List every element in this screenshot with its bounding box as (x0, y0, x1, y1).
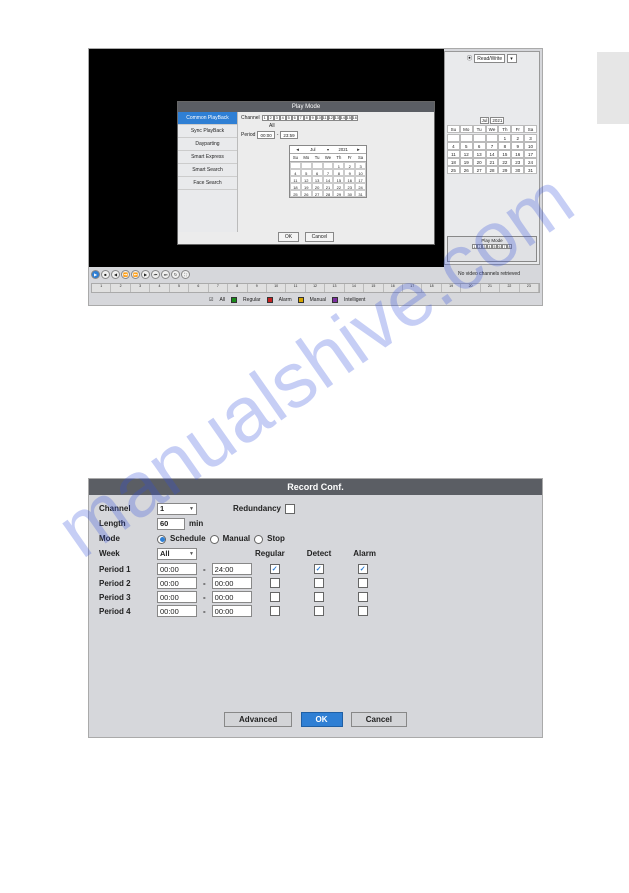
mode-schedule-radio[interactable] (157, 535, 166, 544)
nav-dayparting[interactable]: Dayparting (178, 138, 237, 151)
p3-regular-ck[interactable] (270, 592, 280, 602)
dialog-title: Play Mode (178, 102, 434, 112)
nav-smart-express[interactable]: Smart Express (178, 151, 237, 164)
period-end[interactable]: 23:59 (280, 131, 297, 139)
disk-icon: ⦿ (467, 54, 473, 63)
period-start[interactable]: 00:00 (257, 131, 274, 139)
regular-label: Regular (255, 548, 285, 560)
p2-end[interactable]: 00:00 (212, 577, 252, 589)
loop-button[interactable]: ↻ (171, 270, 180, 279)
length-label: Length (99, 518, 153, 530)
p1-start[interactable]: 00:00 (157, 563, 197, 575)
status-text: No video channels retrieved (458, 271, 520, 277)
redundancy-checkbox[interactable] (285, 504, 295, 514)
cancel-button[interactable]: Cancel (351, 712, 407, 727)
p3-start[interactable]: 00:00 (157, 591, 197, 603)
rew-button[interactable]: ⏪ (121, 270, 130, 279)
alarm-label: Alarm (353, 548, 376, 560)
mode-label: Mode (99, 533, 153, 545)
min-label: min (189, 518, 203, 530)
nav-sync-playback[interactable]: Sync PlayBack (178, 125, 237, 138)
stop-button[interactable]: ■ (101, 270, 110, 279)
rp-year[interactable]: 2021 (490, 117, 504, 124)
nav-smart-search[interactable]: Smart Search (178, 164, 237, 177)
detect-label: Detect (307, 548, 331, 560)
skip-back-button[interactable]: ⏮ (151, 270, 160, 279)
all-label[interactable]: All (269, 123, 275, 129)
p1-detect-ck[interactable]: ✓ (314, 564, 324, 574)
period1-label: Period 1 (99, 565, 153, 574)
stop-label: Stop (267, 533, 285, 545)
p1-alarm-ck[interactable]: ✓ (358, 564, 368, 574)
channel-grid[interactable]: 12345678910111213141516 (262, 115, 358, 121)
period2-label: Period 2 (99, 579, 153, 588)
dialog-ok-button[interactable]: OK (278, 232, 299, 242)
read-write-dd[interactable]: ▾ (507, 54, 517, 63)
dialog-calendar[interactable]: ◄Jul▾2021► SuMoTuWeThFrSa 123 45678910 1… (289, 145, 367, 198)
p2-start[interactable]: 00:00 (157, 577, 197, 589)
week-label: Week (99, 548, 153, 560)
dialog-cancel-button[interactable]: Cancel (305, 232, 335, 242)
dialog-nav: Common PlayBack Sync PlayBack Dayparting… (178, 112, 238, 232)
ok-button[interactable]: OK (301, 712, 343, 727)
nav-face-search[interactable]: Face Search (178, 177, 237, 190)
period-label: Period (241, 132, 255, 138)
skip-fwd-button[interactable]: ⏭ (161, 270, 170, 279)
p4-start[interactable]: 00:00 (157, 605, 197, 617)
rp-calendar[interactable]: 123 45678910 11121314151617 181920212223… (447, 134, 537, 174)
rp-month[interactable]: Jul (480, 117, 490, 124)
nav-common-playback[interactable]: Common PlayBack (178, 112, 237, 125)
p4-alarm-ck[interactable] (358, 606, 368, 616)
advanced-button[interactable]: Advanced (224, 712, 292, 727)
mode-stop-radio[interactable] (254, 535, 263, 544)
schedule-label: Schedule (170, 533, 206, 545)
p2-detect-ck[interactable] (314, 578, 324, 588)
p1-regular-ck[interactable]: ✓ (270, 564, 280, 574)
channel-select[interactable]: 1 (157, 503, 197, 515)
period4-label: Period 4 (99, 607, 153, 616)
channel-label: Channel (241, 115, 260, 121)
p2-regular-ck[interactable] (270, 578, 280, 588)
prev-button[interactable]: ◀ (111, 270, 120, 279)
rp-weekday-row: SuMoTuWeThFrSa (447, 125, 537, 133)
play-button[interactable]: ▶ (91, 270, 100, 279)
record-conf-screenshot: Record Conf. Channel 1 Redundancy Length… (88, 478, 543, 738)
redundancy-label: Redundancy (233, 503, 281, 515)
rp-pm-channels[interactable]: 12345678 (449, 244, 535, 249)
manual-label: Manual (223, 533, 251, 545)
play-mode-dialog: Play Mode Common PlayBack Sync PlayBack … (177, 101, 435, 245)
transport-bar: ▶ ■ ◀ ⏪ ⏩ ▶ ⏮ ⏭ ↻ ⛶ (91, 270, 442, 279)
week-select[interactable]: All (157, 548, 197, 560)
period3-label: Period 3 (99, 593, 153, 602)
p3-alarm-ck[interactable] (358, 592, 368, 602)
playback-right-panel: ⦿ Read/Write ▾ Jul 2021 SuMoTuWeThFrSa 1… (444, 51, 540, 265)
p4-detect-ck[interactable] (314, 606, 324, 616)
length-input[interactable]: 60 (157, 518, 185, 530)
channel-label: Channel (99, 503, 153, 515)
p3-end[interactable]: 00:00 (212, 591, 252, 603)
mode-manual-radio[interactable] (210, 535, 219, 544)
play-mode-screenshot: ⦿ Read/Write ▾ Jul 2021 SuMoTuWeThFrSa 1… (88, 48, 543, 306)
p2-alarm-ck[interactable] (358, 578, 368, 588)
rp-pm-title: Play Mode (449, 238, 535, 243)
timeline[interactable]: 1234567891011121314151617181920212223 (91, 283, 540, 293)
next-button[interactable]: ▶ (141, 270, 150, 279)
record-conf-title: Record Conf. (89, 479, 542, 495)
period-dash: - (277, 132, 279, 138)
p4-end[interactable]: 00:00 (212, 605, 252, 617)
legend: ☑All Regular Alarm Manual Intelligent (209, 295, 482, 305)
p1-end[interactable]: 24:00 (212, 563, 252, 575)
read-write-select[interactable]: Read/Write (474, 54, 505, 63)
p3-detect-ck[interactable] (314, 592, 324, 602)
fwd-button[interactable]: ⏩ (131, 270, 140, 279)
p4-regular-ck[interactable] (270, 606, 280, 616)
fullscreen-button[interactable]: ⛶ (181, 270, 190, 279)
